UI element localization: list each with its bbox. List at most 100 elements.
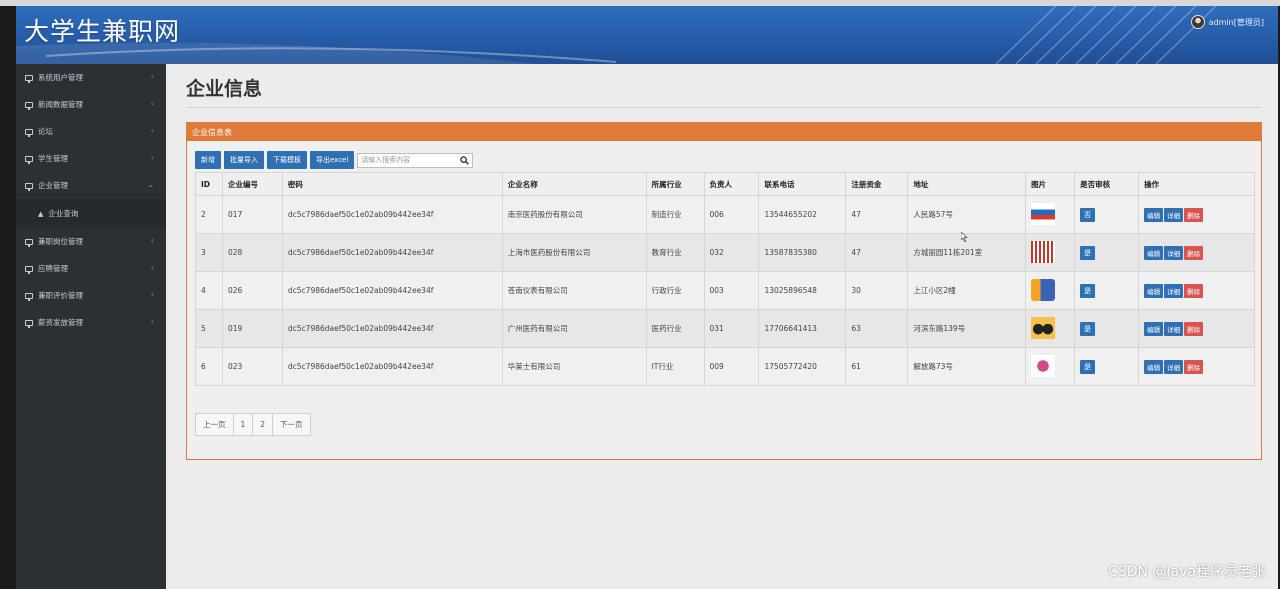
cell-capital: 47: [845, 233, 909, 272]
company-logo-image[interactable]: [1031, 202, 1056, 225]
sidebar-item-reviews[interactable]: 兼职评价管理 ‹: [16, 282, 166, 309]
column-header[interactable]: 密码: [281, 172, 503, 196]
add-button[interactable]: 新增: [195, 151, 221, 169]
audit-status-button[interactable]: 是: [1080, 321, 1096, 336]
sidebar-item-salary[interactable]: 薪资发放管理 ‹: [16, 309, 166, 336]
column-header[interactable]: 企业编号: [221, 172, 283, 196]
edit-button[interactable]: 编辑: [1144, 359, 1164, 374]
delete-button[interactable]: 删除: [1184, 207, 1204, 222]
page-title: 企业信息: [186, 78, 263, 100]
cell-address: 解放路73号: [907, 347, 1027, 386]
pagination: 上一页 1 2 下一页: [195, 413, 311, 436]
download-template-button[interactable]: 下载模板: [267, 151, 307, 169]
cell-id: 5: [195, 309, 223, 348]
app-window: 大学生兼职网 admin[管理员] 系统用户管理 ‹ 新闻数据管理 ‹ 论坛 ‹ 学生…: [16, 6, 1278, 589]
user-menu[interactable]: admin[管理员]: [1190, 15, 1264, 29]
detail-button[interactable]: 详细: [1164, 283, 1184, 298]
title-divider: [186, 107, 1262, 108]
cell-name: 华莱士有限公司: [501, 347, 647, 386]
edit-button[interactable]: 编辑: [1144, 283, 1164, 298]
cell-manager: 009: [703, 347, 760, 386]
column-header[interactable]: 是否审核: [1074, 172, 1140, 196]
cell-password: dc5c7986daef50c1e02ab09b442ee34f: [281, 271, 503, 310]
cell-address: 河滨东路139号: [907, 309, 1027, 348]
page-2-button[interactable]: 2: [253, 414, 274, 435]
mouse-cursor-icon: [961, 232, 968, 242]
sidebar-subitem-enterprise-query[interactable]: ▲ 企业查询: [16, 199, 166, 228]
search-box: [357, 152, 474, 168]
edit-button[interactable]: 编辑: [1144, 245, 1164, 260]
toolbar: 新增 批量导入 下载模板 导出excel: [195, 151, 474, 169]
cell-image: [1025, 271, 1076, 310]
search-input[interactable]: [361, 156, 457, 164]
sidebar-item-students[interactable]: 学生管理 ‹: [16, 145, 166, 172]
table-row[interactable]: 5 019 dc5c7986daef50c1e02ab09b442ee34f 广…: [195, 309, 1255, 348]
detail-button[interactable]: 详细: [1164, 359, 1184, 374]
cell-industry: 制造行业: [645, 195, 705, 234]
sidebar-item-news[interactable]: 新闻数据管理 ‹: [16, 91, 166, 118]
column-header[interactable]: 所属行业: [645, 172, 705, 196]
column-header[interactable]: 联系电话: [758, 172, 847, 196]
delete-button[interactable]: 删除: [1184, 359, 1204, 374]
audit-status-button[interactable]: 是: [1080, 359, 1096, 374]
edit-button[interactable]: 编辑: [1144, 207, 1164, 222]
chevron-down-icon: ⌄: [147, 180, 154, 189]
company-logo-image[interactable]: [1031, 354, 1056, 377]
table-row[interactable]: 6 023 dc5c7986daef50c1e02ab09b442ee34f 华…: [195, 347, 1255, 386]
edit-button[interactable]: 编辑: [1144, 321, 1164, 336]
batch-import-button[interactable]: 批量导入: [224, 151, 264, 169]
sidebar-item-jobs[interactable]: 兼职岗位管理 ‹: [16, 228, 166, 255]
cell-image: [1025, 347, 1076, 386]
cell-audit: 是: [1074, 233, 1140, 272]
detail-button[interactable]: 详细: [1164, 207, 1184, 222]
column-header[interactable]: 注册资金: [845, 172, 909, 196]
company-logo-image[interactable]: [1031, 278, 1056, 301]
column-header[interactable]: 企业名称: [501, 172, 647, 196]
detail-button[interactable]: 详细: [1164, 321, 1184, 336]
chevron-left-icon: ‹: [150, 317, 154, 326]
sidebar-item-enterprise[interactable]: 企业管理 ⌄: [16, 172, 166, 199]
cell-industry: 行政行业: [645, 271, 705, 310]
cell-id: 2: [195, 195, 223, 234]
cell-name: 苍南仪表有限公司: [501, 271, 647, 310]
cell-code: 017: [221, 195, 283, 234]
delete-button[interactable]: 删除: [1184, 245, 1204, 260]
table-row[interactable]: 4 026 dc5c7986daef50c1e02ab09b442ee34f 苍…: [195, 271, 1255, 310]
cell-industry: IT行业: [645, 347, 705, 386]
prev-page-button[interactable]: 上一页: [196, 414, 234, 435]
page-1-button[interactable]: 1: [234, 414, 254, 435]
header-swoosh-decoration: [16, 6, 1217, 64]
export-excel-button[interactable]: 导出excel: [310, 151, 355, 169]
cell-audit: 否: [1074, 195, 1140, 234]
search-icon[interactable]: [460, 155, 470, 165]
company-logo-image[interactable]: [1031, 316, 1056, 339]
table-row[interactable]: 3 028 dc5c7986daef50c1e02ab09b442ee34f 上…: [195, 233, 1255, 272]
detail-button[interactable]: 详细: [1164, 245, 1184, 260]
cell-name: 南京医药股份有限公司: [501, 195, 647, 234]
company-logo-image[interactable]: [1031, 240, 1056, 263]
audit-status-button[interactable]: 是: [1080, 283, 1096, 298]
cell-name: 上海市医药股份有限公司: [501, 233, 647, 272]
delete-button[interactable]: 删除: [1184, 321, 1204, 336]
main-content: 企业信息 企业信息表 新增 批量导入 下载模板 导出excel 请输入搜索内容 …: [166, 64, 1278, 589]
sidebar-item-applications[interactable]: 应聘管理 ‹: [16, 255, 166, 282]
table-row[interactable]: 2 017 dc5c7986daef50c1e02ab09b442ee34f 南…: [195, 195, 1255, 234]
column-header[interactable]: 图片: [1025, 172, 1076, 196]
cell-password: dc5c7986daef50c1e02ab09b442ee34f: [281, 347, 503, 386]
delete-button[interactable]: 删除: [1184, 283, 1204, 298]
monitor-icon: [25, 101, 33, 110]
audit-status-button[interactable]: 是: [1080, 245, 1096, 260]
chevron-left-icon: ‹: [150, 290, 154, 299]
cell-manager: 003: [703, 271, 760, 310]
sidebar-item-system-users[interactable]: 系统用户管理 ‹: [16, 64, 166, 91]
column-header[interactable]: 地址: [907, 172, 1027, 196]
sidebar-item-forum[interactable]: 论坛 ‹: [16, 118, 166, 145]
audit-status-button[interactable]: 否: [1080, 207, 1096, 222]
avatar[interactable]: [1190, 15, 1205, 29]
column-header[interactable]: 操作: [1138, 172, 1255, 196]
cell-actions: 编辑 详细 删除: [1138, 271, 1255, 310]
next-page-button[interactable]: 下一页: [273, 414, 310, 435]
column-header[interactable]: 负责人: [703, 172, 760, 196]
column-header[interactable]: ID: [195, 172, 223, 196]
user-name[interactable]: admin[管理员]: [1209, 17, 1264, 28]
